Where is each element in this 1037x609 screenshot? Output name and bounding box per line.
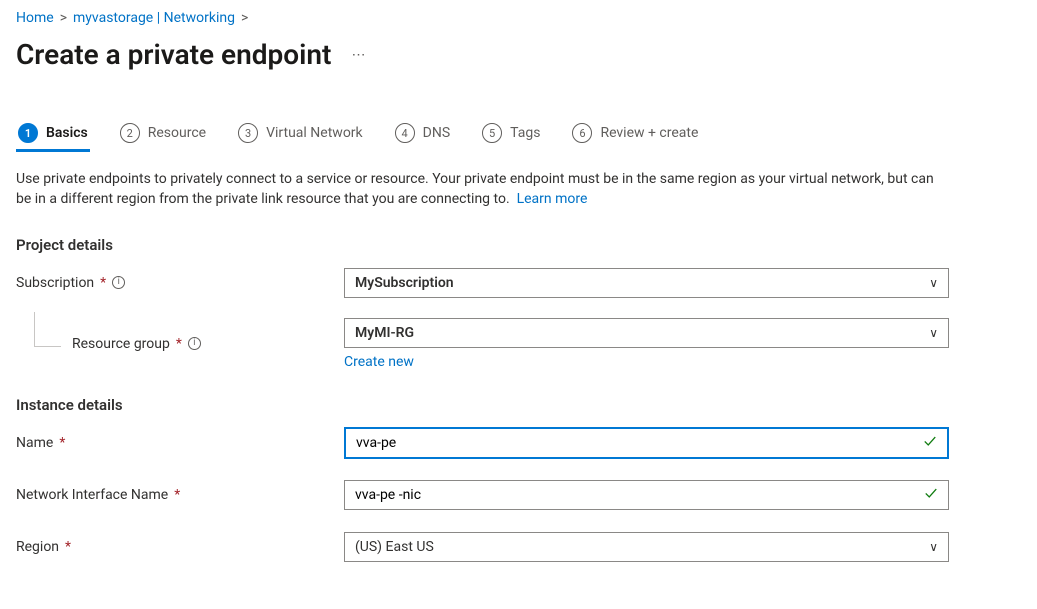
- tab-label: Tags: [510, 125, 540, 141]
- section-instance-details: Instance details: [16, 396, 1021, 414]
- name-input[interactable]: [344, 427, 949, 459]
- required-icon: *: [176, 336, 182, 352]
- tab-dns[interactable]: 4 DNS: [393, 123, 453, 151]
- checkmark-icon: [923, 434, 937, 452]
- tab-tags[interactable]: 5 Tags: [480, 123, 542, 151]
- breadcrumb-resource[interactable]: myvastorage | Networking: [73, 10, 235, 26]
- tab-virtual-network[interactable]: 3 Virtual Network: [236, 123, 365, 151]
- resource-group-label: Resource group: [72, 336, 170, 352]
- required-icon: *: [174, 487, 180, 503]
- info-icon[interactable]: i: [112, 276, 125, 289]
- tabs: 1 Basics 2 Resource 3 Virtual Network 4 …: [16, 123, 1021, 151]
- subscription-label: Subscription: [16, 275, 94, 291]
- chevron-down-icon: ∨: [929, 326, 938, 340]
- nic-name-input[interactable]: [344, 480, 949, 510]
- required-icon: *: [100, 275, 106, 291]
- required-icon: *: [59, 435, 65, 451]
- learn-more-link[interactable]: Learn more: [517, 191, 588, 207]
- chevron-down-icon: ∨: [929, 276, 938, 290]
- chevron-down-icon: ∨: [929, 540, 938, 554]
- breadcrumb: Home > myvastorage | Networking >: [16, 10, 1021, 26]
- tab-label: Review + create: [600, 125, 698, 141]
- required-icon: *: [65, 539, 71, 555]
- step-number-icon: 4: [395, 123, 415, 143]
- breadcrumb-home[interactable]: Home: [16, 10, 54, 26]
- section-project-details: Project details: [16, 236, 1021, 254]
- name-label: Name: [16, 435, 53, 451]
- info-icon[interactable]: i: [188, 337, 201, 350]
- step-number-icon: 1: [18, 123, 38, 143]
- checkmark-icon: [924, 486, 938, 504]
- step-number-icon: 5: [482, 123, 502, 143]
- resource-group-select[interactable]: MyMI-RG ∨: [344, 318, 949, 348]
- tab-label: Resource: [148, 125, 206, 141]
- subscription-select[interactable]: MySubscription ∨: [344, 268, 949, 298]
- tab-resource[interactable]: 2 Resource: [118, 123, 208, 151]
- region-select[interactable]: (US) East US ∨: [344, 532, 949, 562]
- tab-label: DNS: [423, 125, 451, 141]
- chevron-right-icon: >: [60, 10, 67, 26]
- tab-basics[interactable]: 1 Basics: [16, 123, 90, 151]
- page-title: Create a private endpoint: [16, 38, 331, 71]
- intro-text: Use private endpoints to privately conne…: [16, 169, 951, 210]
- step-number-icon: 6: [572, 123, 592, 143]
- tab-review-create[interactable]: 6 Review + create: [570, 123, 700, 151]
- more-actions-button[interactable]: ⋯: [351, 47, 367, 63]
- step-number-icon: 2: [120, 123, 140, 143]
- create-new-link[interactable]: Create new: [344, 354, 949, 370]
- tab-label: Virtual Network: [266, 125, 363, 141]
- step-number-icon: 3: [238, 123, 258, 143]
- region-label: Region: [16, 539, 59, 555]
- nic-name-label: Network Interface Name: [16, 487, 168, 503]
- chevron-right-icon: >: [241, 10, 248, 26]
- tab-label: Basics: [46, 125, 88, 141]
